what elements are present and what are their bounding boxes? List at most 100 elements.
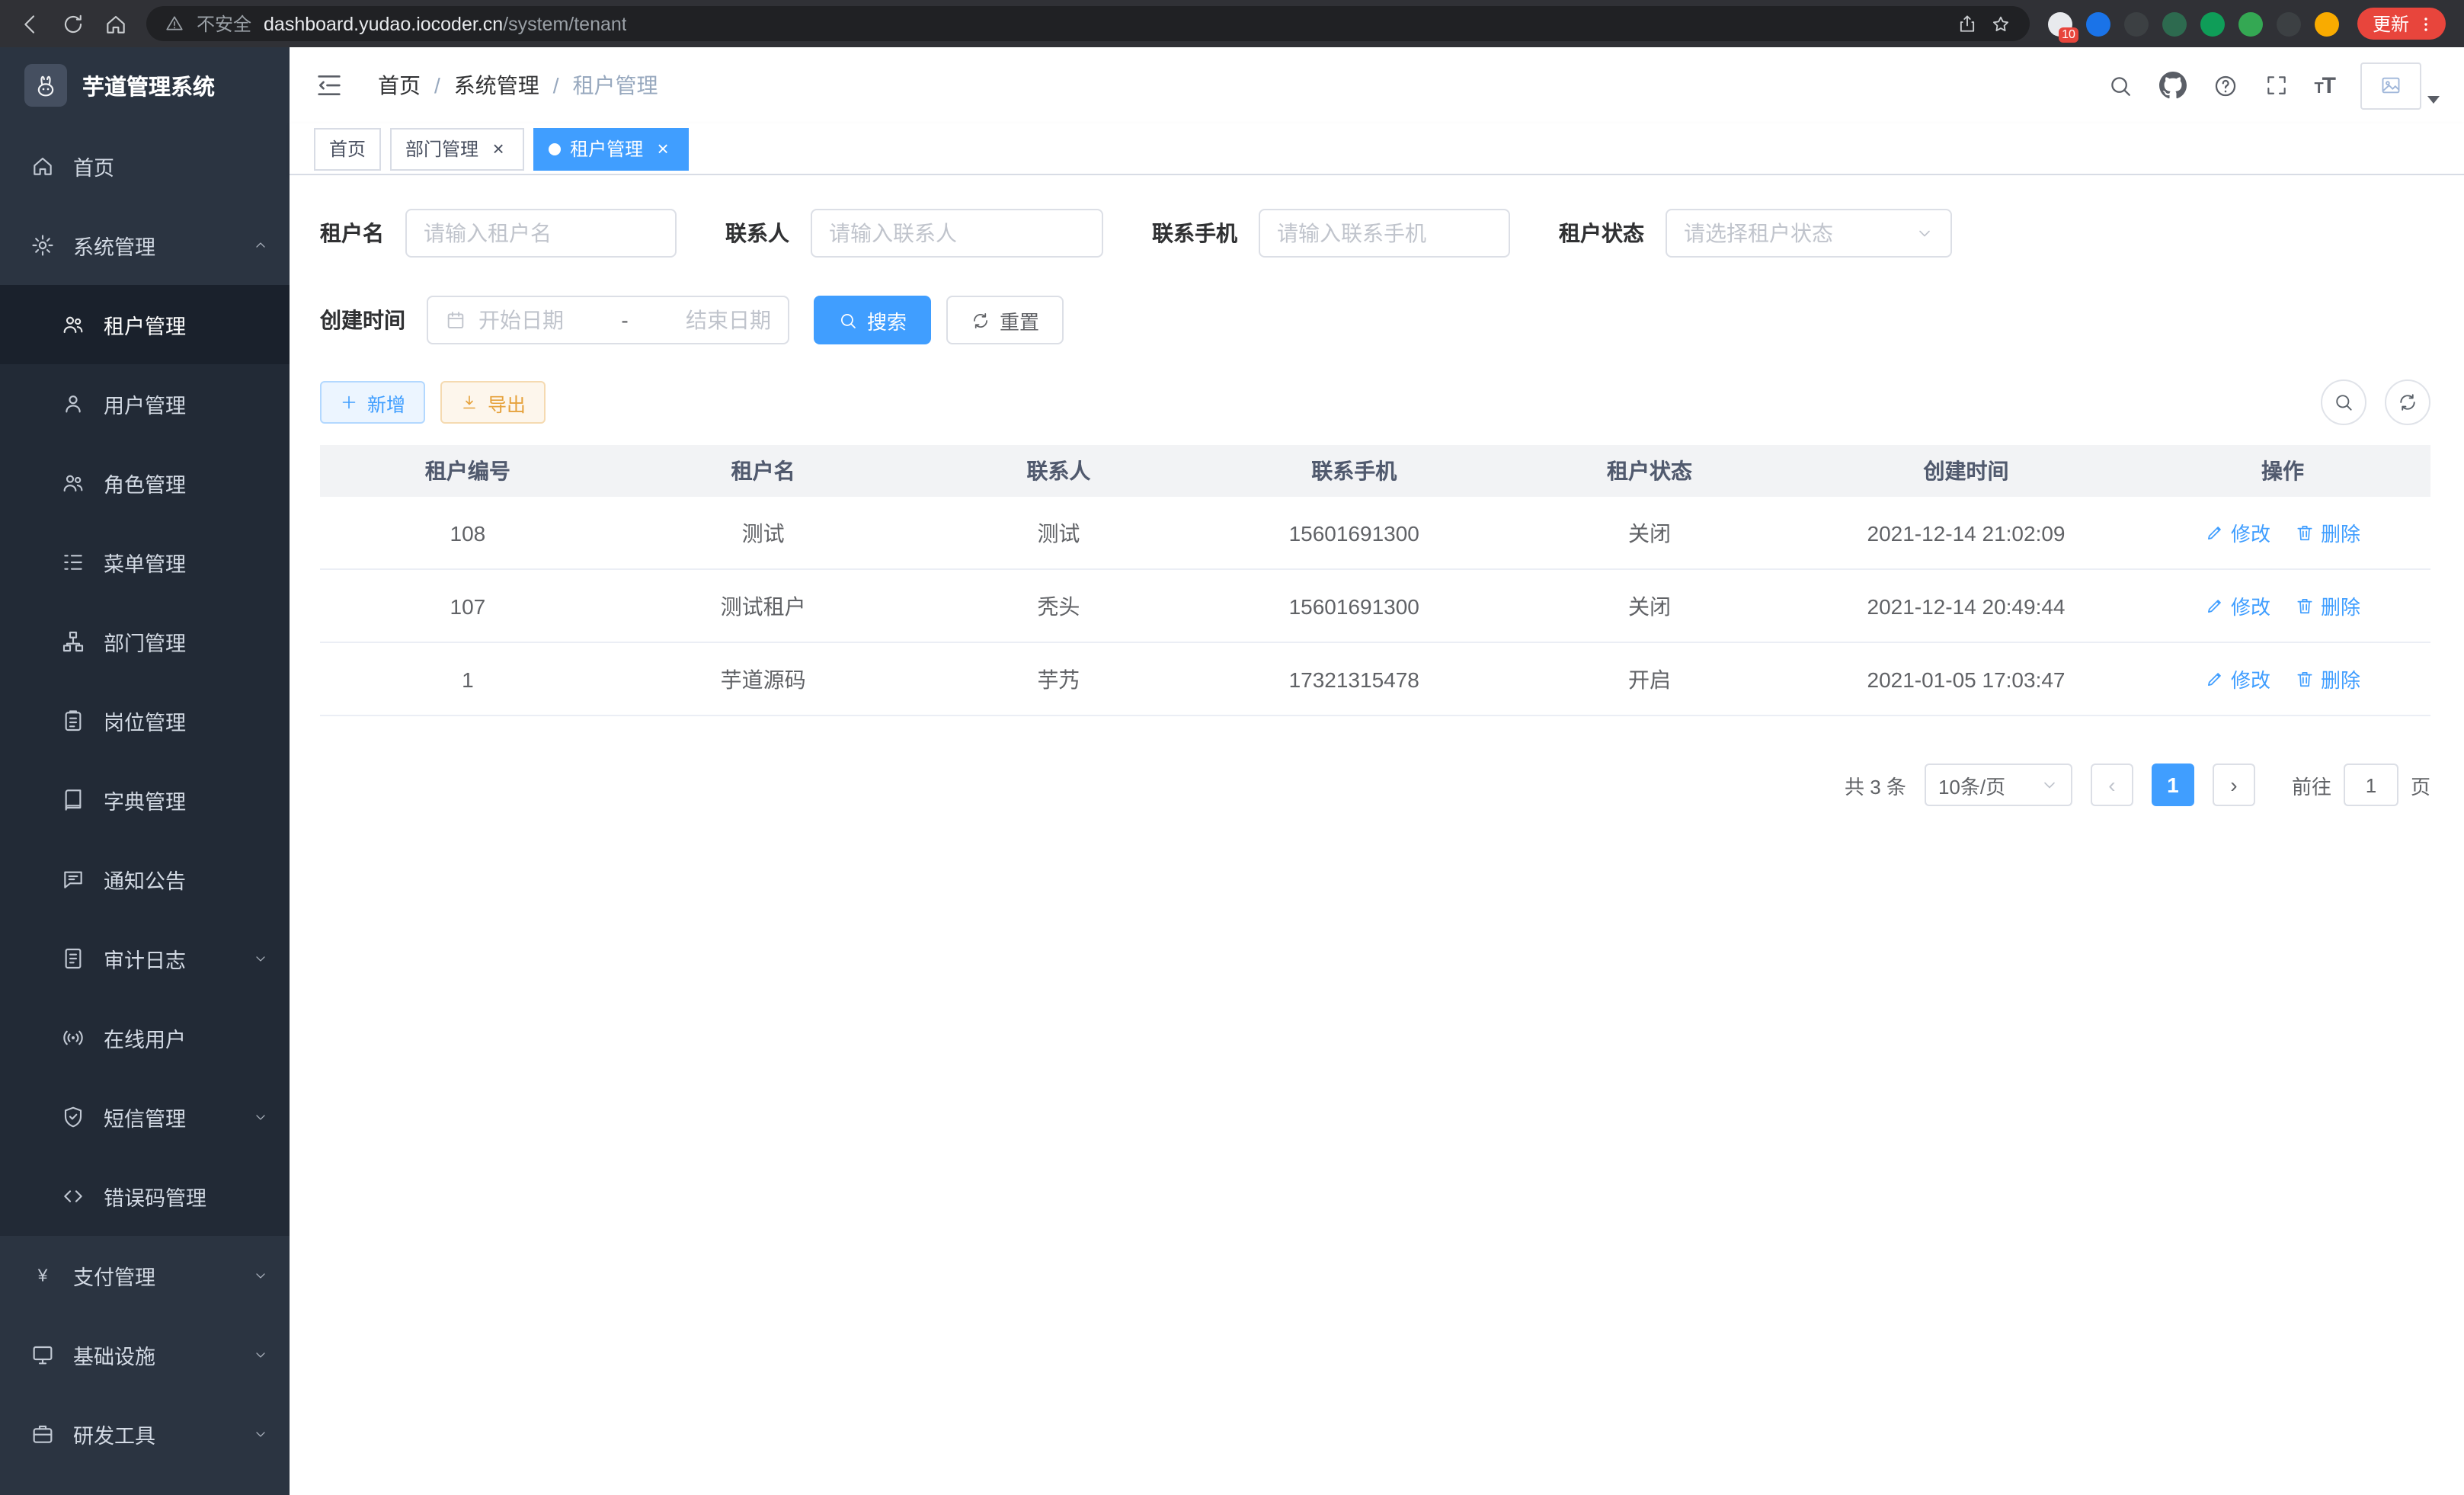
delete-link[interactable]: 删除 — [2295, 518, 2360, 547]
help-icon[interactable] — [2212, 72, 2238, 98]
sidebar-item-devtools[interactable]: 研发工具 — [0, 1394, 290, 1474]
col-status: 租户状态 — [1502, 456, 1797, 486]
edit-link[interactable]: 修改 — [2205, 664, 2270, 693]
extension-icon[interactable] — [2238, 11, 2263, 36]
goto-page-input[interactable]: 1 — [2344, 764, 2398, 806]
bookmark-star-icon[interactable] — [1990, 13, 2011, 34]
next-page-button[interactable]: › — [2213, 764, 2255, 806]
extension-icon[interactable]: 10 — [2048, 11, 2072, 36]
refresh-table-button[interactable] — [2385, 379, 2430, 425]
breadcrumb-current: 租户管理 — [573, 70, 658, 101]
sidebar-menu: 首页 系统管理 租户管理 用户管理 角色管理 菜单管理 部门管理 岗位管理 字典… — [0, 123, 290, 1474]
sidebar-item-sms[interactable]: 短信管理 — [0, 1077, 290, 1157]
cell-created: 2021-01-05 17:03:47 — [1797, 667, 2135, 691]
extension-icon[interactable] — [2086, 11, 2110, 36]
browser-home-icon[interactable] — [104, 11, 128, 36]
filter-row-1: 租户名 请输入租户名 联系人 请输入联系人 联系手机 请输入联系手机 租户状态 — [320, 209, 2430, 258]
chevron-down-icon — [253, 1347, 268, 1362]
online-icon — [61, 1026, 85, 1050]
cell-tenant-id: 107 — [320, 594, 616, 618]
tenant-table: 租户编号 租户名 联系人 联系手机 租户状态 创建时间 操作 108 测试 测试… — [320, 445, 2430, 716]
logo-avatar — [24, 64, 67, 107]
font-size-icon[interactable]: TT — [2314, 74, 2334, 97]
tenant-name-input[interactable]: 请输入租户名 — [405, 209, 677, 258]
cell-status: 开启 — [1502, 664, 1797, 694]
extension-icon[interactable] — [2124, 11, 2149, 36]
profile-avatar[interactable] — [2315, 11, 2339, 36]
tools-icon — [30, 1422, 55, 1446]
cell-tenant-name: 测试租户 — [616, 591, 911, 621]
breadcrumb-home[interactable]: 首页 — [378, 70, 421, 101]
edit-link[interactable]: 修改 — [2205, 591, 2270, 620]
sidebar-item-notice[interactable]: 通知公告 — [0, 840, 290, 919]
user-icon — [61, 392, 85, 416]
sidebar-item-pay[interactable]: 支付管理 — [0, 1236, 290, 1315]
github-icon[interactable] — [2158, 72, 2186, 99]
reset-button[interactable]: 重置 — [946, 296, 1064, 344]
close-icon[interactable]: × — [652, 138, 674, 159]
code-icon — [61, 1184, 85, 1208]
extension-icon[interactable] — [2162, 11, 2187, 36]
phone-input[interactable]: 请输入联系手机 — [1259, 209, 1510, 258]
sidebar-item-role[interactable]: 角色管理 — [0, 443, 290, 523]
browser-back-icon[interactable] — [18, 11, 43, 36]
toggle-search-button[interactable] — [2321, 379, 2366, 425]
filter-row-2: 创建时间 开始日期 - 结束日期 搜索 重置 — [320, 296, 2430, 344]
search-icon[interactable] — [2107, 72, 2133, 98]
search-button[interactable]: 搜索 — [814, 296, 931, 344]
extension-icon[interactable] — [2277, 11, 2301, 36]
delete-icon — [2295, 669, 2315, 689]
sidebar-item-menu[interactable]: 菜单管理 — [0, 523, 290, 602]
share-icon[interactable] — [1957, 13, 1978, 34]
tag-tab-部门管理[interactable]: 部门管理 × — [390, 127, 524, 170]
edit-link[interactable]: 修改 — [2205, 518, 2270, 547]
table-toolbar: 新增 导出 — [320, 379, 2430, 425]
pagination: 共 3 条 10条/页 ‹ 1 › 前往 1 页 — [320, 764, 2430, 806]
delete-link[interactable]: 删除 — [2295, 664, 2360, 693]
tag-tab-租户管理[interactable]: 租户管理 × — [533, 127, 689, 170]
sidebar: 芋道管理系统 首页 系统管理 租户管理 用户管理 角色管理 菜单管理 部门管理 … — [0, 47, 290, 1495]
sidebar-item-system[interactable]: 系统管理 — [0, 206, 290, 285]
close-icon[interactable]: × — [488, 138, 509, 159]
sidebar-item-tenant[interactable]: 租户管理 — [0, 285, 290, 364]
delete-link[interactable]: 删除 — [2295, 591, 2360, 620]
user-avatar-dropdown[interactable] — [2360, 62, 2440, 109]
address-bar[interactable]: 不安全 dashboard.yudao.iocoder.cn/system/te… — [146, 6, 2030, 41]
status-select[interactable]: 请选择租户状态 — [1666, 209, 1952, 258]
menu-dots-icon — [2417, 14, 2435, 33]
sidebar-item-dept[interactable]: 部门管理 — [0, 602, 290, 681]
app-logo[interactable]: 芋道管理系统 — [0, 47, 290, 123]
tag-tab-首页[interactable]: 首页 — [314, 127, 381, 170]
sidebar-item-online[interactable]: 在线用户 — [0, 998, 290, 1077]
date-range-picker[interactable]: 开始日期 - 结束日期 — [427, 296, 789, 344]
chevron-down-icon — [253, 951, 268, 966]
sidebar-fold-icon[interactable] — [314, 70, 344, 101]
cell-actions: 修改 删除 — [2135, 591, 2430, 620]
fullscreen-icon[interactable] — [2264, 73, 2288, 98]
sidebar-item-errcode[interactable]: 错误码管理 — [0, 1157, 290, 1236]
sidebar-item-post[interactable]: 岗位管理 — [0, 681, 290, 760]
add-button[interactable]: 新增 — [320, 381, 425, 424]
search-icon — [838, 310, 858, 330]
sidebar-item-infra[interactable]: 基础设施 — [0, 1315, 290, 1394]
filter-phone: 联系手机 请输入联系手机 — [1152, 209, 1510, 258]
browser-update-button[interactable]: 更新 — [2357, 8, 2446, 40]
sidebar-item-user[interactable]: 用户管理 — [0, 364, 290, 443]
cell-status: 关闭 — [1502, 591, 1797, 621]
prev-page-button[interactable]: ‹ — [2091, 764, 2133, 806]
breadcrumb-system[interactable]: 系统管理 — [454, 70, 539, 101]
sms-icon — [61, 1105, 85, 1129]
export-button[interactable]: 导出 — [440, 381, 546, 424]
cell-contact: 测试 — [911, 517, 1207, 548]
page-1-button[interactable]: 1 — [2152, 764, 2194, 806]
page-size-select[interactable]: 10条/页 — [1925, 764, 2072, 806]
contact-input[interactable]: 请输入联系人 — [811, 209, 1103, 258]
table-row: 107 测试租户 秃头 15601691300 关闭 2021-12-14 20… — [320, 570, 2430, 643]
extension-icon[interactable] — [2200, 11, 2225, 36]
sidebar-item-dict[interactable]: 字典管理 — [0, 760, 290, 840]
cell-phone: 15601691300 — [1206, 520, 1502, 545]
top-navbar: 首页 / 系统管理 / 租户管理 TT — [290, 47, 2464, 123]
sidebar-item-home[interactable]: 首页 — [0, 126, 290, 206]
sidebar-item-auditlog[interactable]: 审计日志 — [0, 919, 290, 998]
browser-reload-icon[interactable] — [61, 11, 85, 36]
